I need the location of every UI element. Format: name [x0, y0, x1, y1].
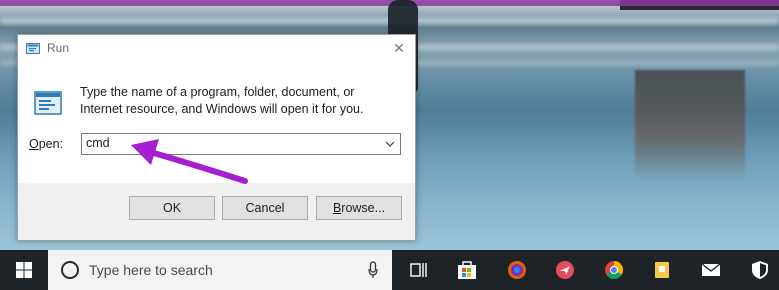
- microphone-icon[interactable]: [368, 261, 378, 279]
- search-placeholder[interactable]: Type here to search: [89, 262, 213, 278]
- dialog-button-row: OK Cancel Browse...: [18, 183, 415, 240]
- start-button[interactable]: [0, 250, 48, 290]
- defender-button[interactable]: [740, 250, 779, 290]
- shield-icon[interactable]: [749, 259, 771, 281]
- task-view-button[interactable]: [398, 250, 440, 290]
- taskbar: Type here to search: [0, 250, 779, 290]
- dialog-description: Type the name of a program, folder, docu…: [80, 85, 364, 116]
- mail-icon[interactable]: [700, 259, 722, 281]
- open-label-text: pen:: [38, 137, 64, 151]
- browse-label: rowse...: [341, 201, 386, 215]
- taskbar-search-box[interactable]: Type here to search: [48, 250, 392, 290]
- close-icon[interactable]: ✕: [389, 39, 409, 59]
- notes-icon[interactable]: [651, 259, 673, 281]
- task-view-icon[interactable]: [408, 259, 430, 281]
- chrome-icon[interactable]: [603, 259, 625, 281]
- command-input[interactable]: cmd: [86, 136, 110, 150]
- dialog-titlebar[interactable]: Run ✕: [18, 35, 415, 63]
- dialog-title: Run: [47, 41, 70, 55]
- wallpaper-reflection: [635, 70, 745, 180]
- run-app-icon: [26, 43, 40, 54]
- cancel-button[interactable]: Cancel: [222, 196, 308, 220]
- open-label-accesskey: O: [29, 137, 39, 151]
- open-label: Open:: [29, 137, 63, 151]
- chevron-down-icon[interactable]: [383, 137, 397, 151]
- chrome-button[interactable]: [593, 250, 635, 290]
- annotation-arrow-icon: [131, 139, 248, 184]
- notes-button[interactable]: [641, 250, 683, 290]
- windows-start-icon[interactable]: [13, 259, 35, 281]
- firefox-button[interactable]: [496, 250, 538, 290]
- cortana-circle-icon[interactable]: [61, 261, 79, 279]
- firefox-icon[interactable]: [506, 259, 528, 281]
- ok-button[interactable]: OK: [129, 196, 215, 220]
- mail-button[interactable]: [690, 250, 732, 290]
- messaging-button[interactable]: [544, 250, 586, 290]
- browse-button[interactable]: Browse...: [316, 196, 402, 220]
- run-program-icon: [34, 91, 62, 115]
- store-button[interactable]: [446, 250, 488, 290]
- store-icon[interactable]: [456, 259, 478, 281]
- messaging-icon[interactable]: [554, 259, 576, 281]
